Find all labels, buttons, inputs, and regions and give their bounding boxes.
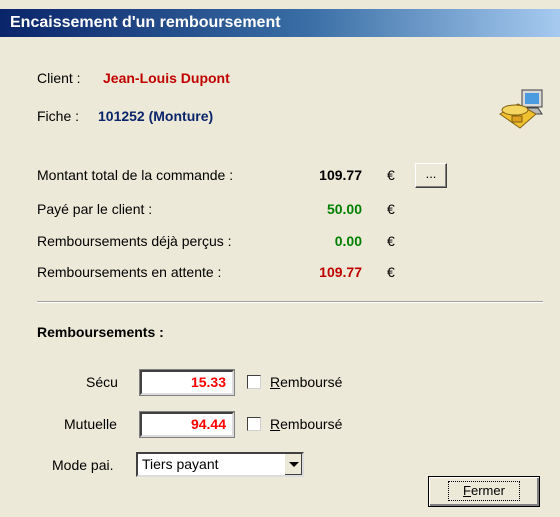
- refund-dialog: Encaissement d'un remboursement Client :…: [0, 0, 560, 517]
- mutuelle-amount-input[interactable]: 94.44: [139, 411, 235, 438]
- mutuelle-label: Mutuelle: [64, 416, 117, 432]
- refunds-pending-currency: €: [387, 264, 395, 280]
- close-button-accesskey: F: [463, 483, 471, 498]
- client-name: Jean-Louis Dupont: [103, 70, 230, 86]
- refunds-received-value: 0.00: [334, 233, 362, 249]
- secu-reimbursed-accesskey: R: [270, 374, 281, 390]
- client-label: Client :: [37, 70, 81, 86]
- total-order-value: 109.77: [319, 167, 362, 183]
- paid-by-client-value: 50.00: [326, 201, 362, 217]
- secu-reimbursed-text: emboursé: [280, 374, 343, 390]
- mutuelle-reimbursed-accesskey: R: [270, 416, 281, 432]
- payment-mode-label: Mode pai.: [52, 457, 114, 473]
- refunds-pending-value: 109.77: [319, 264, 362, 280]
- refunds-pending-label: Remboursements en attente :: [37, 264, 222, 280]
- payment-mode-select[interactable]: Tiers payant: [136, 452, 304, 477]
- refunds-heading: Remboursements :: [37, 324, 164, 340]
- refunds-received-label: Remboursements déjà perçus :: [37, 233, 232, 249]
- secu-reimbursed-checkbox[interactable]: [247, 375, 261, 389]
- refunds-received-currency: €: [387, 233, 395, 249]
- secu-amount-input[interactable]: 15.33: [139, 369, 235, 396]
- close-button[interactable]: Fermer: [428, 476, 540, 507]
- total-order-label: Montant total de la commande :: [37, 167, 234, 183]
- close-button-text: ermer: [471, 483, 505, 498]
- secu-label: Sécu: [86, 374, 118, 390]
- payment-mode-value: Tiers payant: [142, 456, 219, 472]
- window-title: Encaissement d'un remboursement: [0, 9, 560, 37]
- secu-reimbursed-label[interactable]: Remboursé: [270, 374, 342, 390]
- phone-computer-icon: [496, 88, 546, 134]
- details-button[interactable]: ...: [415, 163, 447, 188]
- paid-by-client-currency: €: [387, 201, 395, 217]
- close-button-label: Fermer: [448, 481, 520, 501]
- chevron-down-icon[interactable]: [284, 454, 302, 475]
- total-order-currency: €: [387, 167, 395, 183]
- mutuelle-reimbursed-checkbox[interactable]: [247, 417, 261, 431]
- fiche-value: 101252 (Monture): [98, 108, 214, 124]
- fiche-label: Fiche :: [37, 108, 80, 124]
- mutuelle-reimbursed-text: emboursé: [280, 416, 343, 432]
- paid-by-client-label: Payé par le client :: [37, 201, 153, 217]
- mutuelle-reimbursed-label[interactable]: Remboursé: [270, 416, 342, 432]
- separator: [37, 301, 543, 303]
